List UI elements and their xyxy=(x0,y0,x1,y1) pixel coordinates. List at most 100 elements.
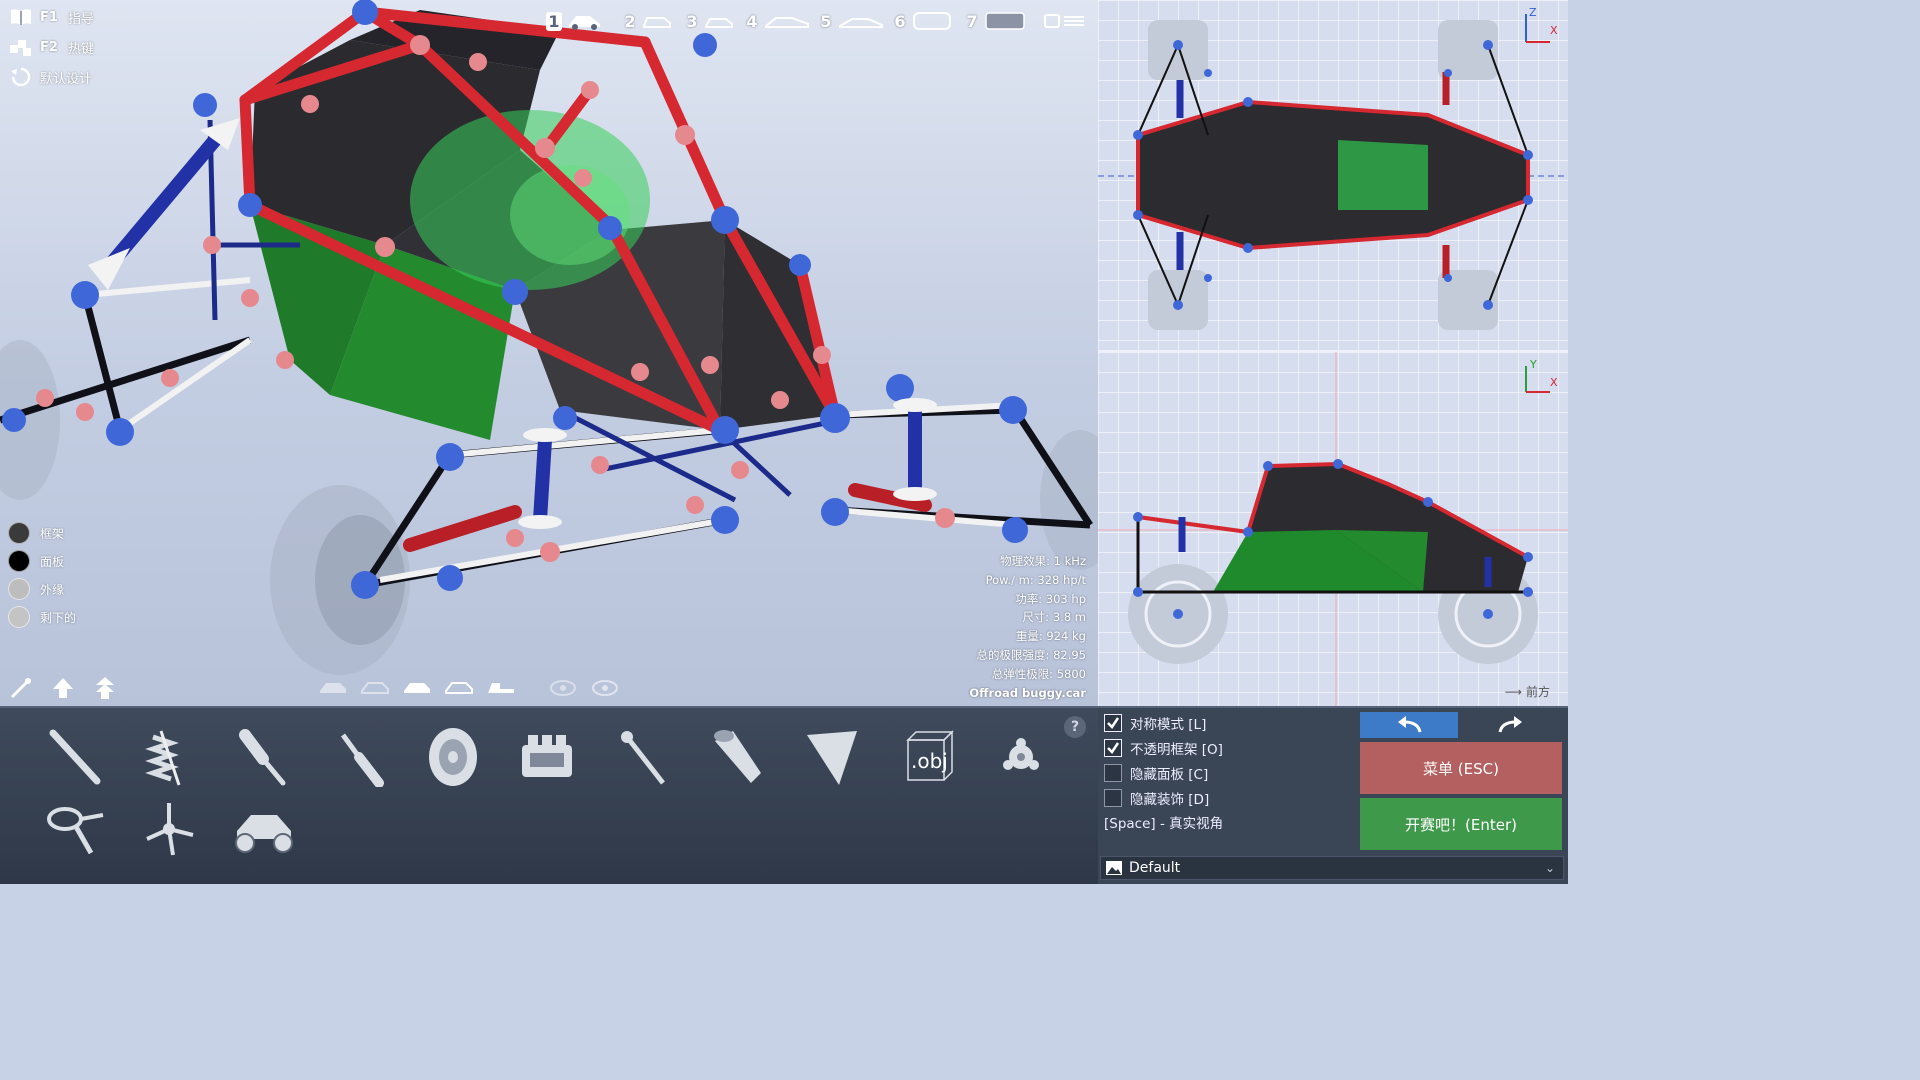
check-icon xyxy=(1107,717,1120,729)
stat-size: 尺寸: 3.8 m xyxy=(1022,610,1086,625)
obj-label: .obj xyxy=(911,749,948,773)
preset-2[interactable]: 2 xyxy=(622,10,672,32)
settings-panel: 对称模式 [L] 不透明框架 [O] 隐藏面板 [C] 隐藏装饰 [D] [Sp… xyxy=(1098,706,1568,884)
joint-tool[interactable] xyxy=(982,722,1060,792)
hide-panels-option[interactable]: 隐藏面板 [C] xyxy=(1104,762,1208,784)
car-edit-icon-3[interactable] xyxy=(402,676,432,700)
keys-icon xyxy=(8,36,34,58)
camera-menu[interactable] xyxy=(1044,10,1086,32)
undo-button[interactable] xyxy=(1360,712,1458,738)
3d-viewport[interactable]: F1 指导 F2 热键 默认设计 1 2 3 4 5 6 7 框架 面板 外缘 … xyxy=(0,0,1098,706)
preset-5[interactable]: 5 xyxy=(818,10,884,32)
preset-number: 6 xyxy=(894,11,906,31)
start-race-button[interactable]: 开赛吧！(Enter) xyxy=(1360,798,1562,850)
legend-label: 框架 xyxy=(40,526,65,541)
wheel-icon xyxy=(429,728,477,786)
eye-icon-1[interactable] xyxy=(548,676,578,700)
steering-link-icon xyxy=(146,803,194,856)
rod-end-tool[interactable] xyxy=(604,722,682,792)
cone-tool[interactable] xyxy=(698,722,776,792)
panel-tool[interactable] xyxy=(792,722,870,792)
hide-decor-checkbox[interactable] xyxy=(1104,789,1122,807)
symmetry-checkbox[interactable] xyxy=(1104,714,1122,732)
image-icon xyxy=(1106,861,1122,875)
help-key: F2 xyxy=(40,39,58,55)
obj-import-tool[interactable]: .obj xyxy=(888,722,966,792)
hide-panels-checkbox[interactable] xyxy=(1104,764,1122,782)
preset-6[interactable]: 6 xyxy=(892,10,952,32)
preset-4[interactable]: 4 xyxy=(744,10,810,32)
arrow-up-double-icon[interactable] xyxy=(90,676,120,700)
stat-weight: 重量: 924 kg xyxy=(1015,629,1086,644)
legend-rim[interactable]: 外缘 xyxy=(8,577,64,601)
engine-tool[interactable] xyxy=(508,722,586,792)
help-default-design[interactable]: 默认设计 xyxy=(8,64,92,90)
camera-menu-icon xyxy=(1044,14,1084,28)
stat-physics: 物理效果: 1 kHz xyxy=(1000,554,1086,568)
legend-frame[interactable]: 框架 xyxy=(8,521,64,545)
legend-label: 外缘 xyxy=(40,582,65,597)
help-key: F1 xyxy=(40,9,58,25)
preset-1[interactable]: 1 xyxy=(546,10,604,32)
damper-icon xyxy=(239,729,286,786)
car-edit-icon-1[interactable] xyxy=(318,676,348,700)
help-label: 指导 xyxy=(68,11,95,27)
reset-icon xyxy=(8,66,34,88)
symmetry-mode-option[interactable]: 对称模式 [L] xyxy=(1104,712,1206,734)
wand-icon[interactable] xyxy=(6,676,36,700)
help-hotkeys[interactable]: F2 热键 xyxy=(8,34,94,60)
option-label: 隐藏装饰 [D] xyxy=(1130,792,1210,808)
legend-swatch xyxy=(8,606,30,628)
preset-3[interactable]: 3 xyxy=(684,10,734,32)
axis-x-label: X xyxy=(1550,24,1558,37)
legend-swatch xyxy=(8,578,30,600)
help-button[interactable]: ? xyxy=(1064,716,1086,738)
sportscar-icon xyxy=(839,18,883,28)
damper-tool[interactable] xyxy=(224,722,302,792)
car-edit-icon-5[interactable] xyxy=(486,676,516,700)
redo-button[interactable] xyxy=(1462,712,1560,738)
preset-7[interactable]: 7 xyxy=(964,10,1026,32)
wheel-tool[interactable] xyxy=(414,722,492,792)
mirror-tool[interactable] xyxy=(36,794,114,864)
opaque-frame-checkbox[interactable] xyxy=(1104,739,1122,757)
option-label: 不透明框架 [O] xyxy=(1130,742,1223,758)
arrow-right-icon: ⟶ xyxy=(1504,684,1522,699)
book-icon xyxy=(8,6,34,28)
top-view-model: Z X xyxy=(1098,6,1568,330)
top-view[interactable]: Z X xyxy=(1098,0,1568,352)
preset-select[interactable]: Default ⌄ xyxy=(1100,856,1564,880)
sedan-icon xyxy=(705,18,733,28)
help-guide[interactable]: F1 指导 xyxy=(8,4,94,30)
legend-panel[interactable]: 面板 xyxy=(8,549,64,573)
car-3d-model[interactable] xyxy=(0,0,1098,706)
car-edit-icon-2[interactable] xyxy=(360,676,390,700)
car-edit-icon-4[interactable] xyxy=(444,676,474,700)
actuator-tool[interactable] xyxy=(320,722,398,792)
help-label: 热键 xyxy=(68,41,95,57)
spring-tool[interactable] xyxy=(130,722,208,792)
side-view[interactable]: Y X ⟶ 前方 xyxy=(1098,352,1568,706)
axis-y-label: Y xyxy=(1529,358,1537,371)
obj-cube-icon: .obj xyxy=(906,730,954,781)
steering-tool[interactable] xyxy=(130,794,208,864)
opaque-frame-option[interactable]: 不透明框架 [O] xyxy=(1104,737,1223,759)
beam-tool[interactable] xyxy=(36,722,114,792)
axis-x-label: X xyxy=(1550,376,1558,389)
check-icon xyxy=(1107,742,1120,754)
ball-joint-icon xyxy=(1003,738,1039,770)
option-label: 对称模式 [L] xyxy=(1130,717,1207,733)
menu-button[interactable]: 菜单 (ESC) xyxy=(1360,742,1562,794)
preset-number: 1 xyxy=(546,11,562,31)
actuator-icon xyxy=(340,733,384,787)
eye-icon-2[interactable] xyxy=(590,676,620,700)
stat-elastic-limit: 总弹性极限: 5800 xyxy=(991,666,1086,681)
vehicle-template-tool[interactable] xyxy=(224,794,302,864)
beam-icon xyxy=(49,729,101,785)
legend-label: 剩下的 xyxy=(40,610,77,625)
legend-rest[interactable]: 剩下的 xyxy=(8,605,76,629)
stat-power-per-mass: Pow./ m: 328 hp/t xyxy=(985,572,1086,587)
hide-decor-option[interactable]: 隐藏装饰 [D] xyxy=(1104,787,1209,809)
chevron-down-icon: ⌄ xyxy=(1544,861,1555,875)
arrow-up-icon[interactable] xyxy=(48,676,78,700)
